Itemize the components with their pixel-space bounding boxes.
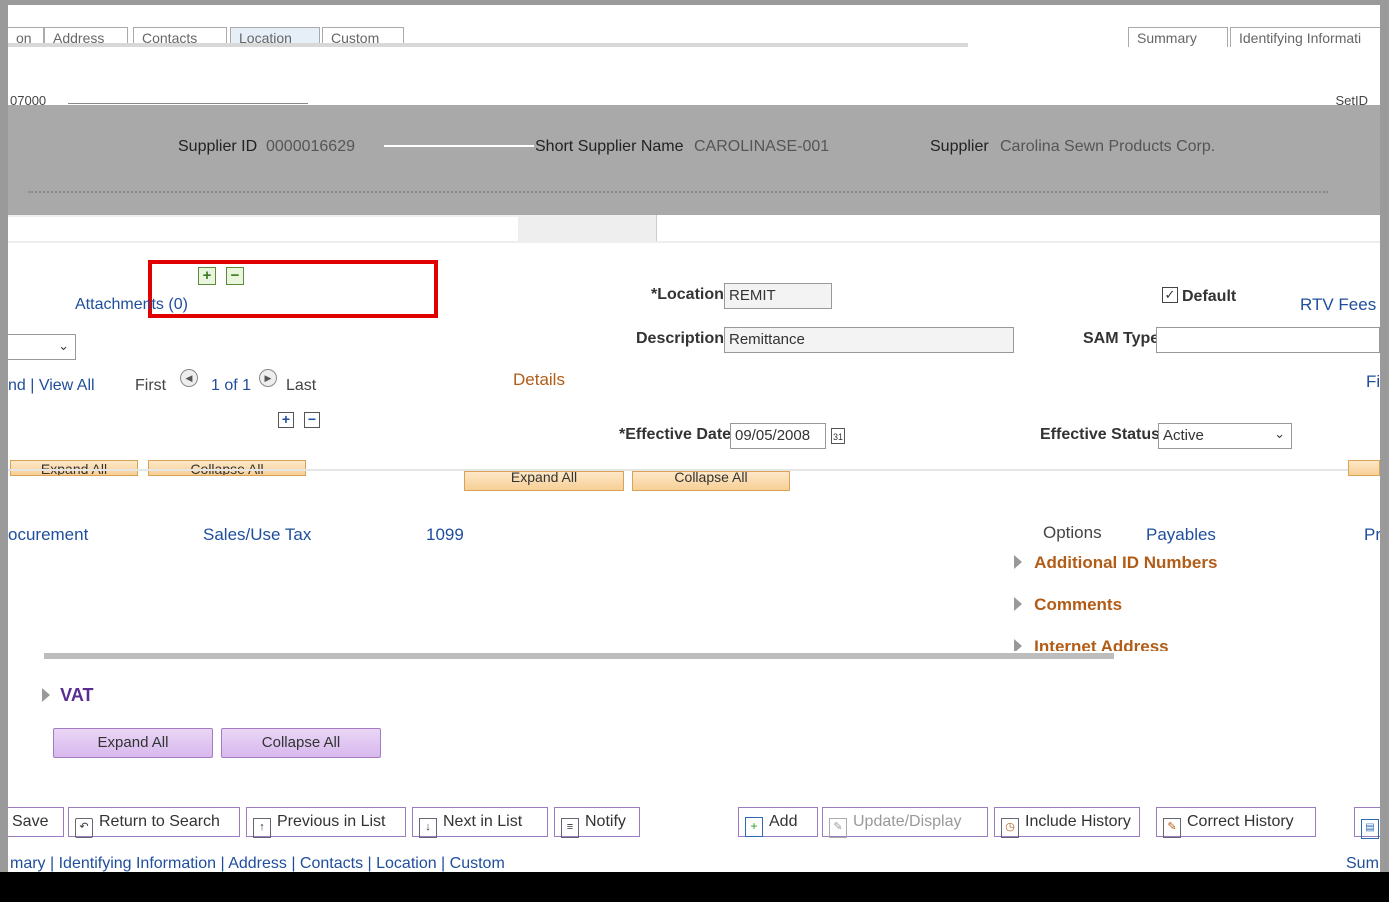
screen: { "tabs_top": { "left": ["on", "Address"… bbox=[0, 0, 1389, 902]
return-to-search-button[interactable]: ↶ Return to Search bbox=[68, 807, 240, 838]
collapse-all-mid-button[interactable]: Collapse All bbox=[632, 471, 790, 491]
bottom-black-bar bbox=[0, 872, 1389, 902]
effective-date-field[interactable]: 09/05/2008 bbox=[730, 423, 826, 449]
chevron-down-icon: ⌄ bbox=[1274, 426, 1285, 441]
save-disk-icon: ▤ bbox=[1361, 819, 1379, 839]
save-button[interactable]: Save bbox=[8, 807, 64, 837]
prev-arrow-icon[interactable]: ◀ bbox=[180, 369, 198, 387]
location-header-box bbox=[656, 215, 1380, 241]
location-label: *Location bbox=[651, 286, 724, 303]
additional-id-title: Additional ID Numbers bbox=[1034, 553, 1218, 572]
vat-section[interactable]: VAT bbox=[42, 685, 94, 706]
notify-button[interactable]: ≡ Notify bbox=[554, 807, 640, 838]
expand-arrow-icon bbox=[1014, 639, 1022, 651]
vat-title: VAT bbox=[60, 685, 94, 705]
additional-id-section[interactable]: Additional ID Numbers bbox=[1014, 553, 1217, 573]
effective-status-select[interactable]: Active ⌄ bbox=[1158, 423, 1292, 449]
collapse-all-button[interactable]: Collapse All bbox=[221, 728, 381, 758]
header-dotted-line bbox=[28, 191, 1328, 195]
footer-summary-link[interactable]: Sum bbox=[1346, 855, 1379, 873]
partial-toolbar-button[interactable]: ▤ bbox=[1354, 807, 1380, 839]
supplier-label: Supplier bbox=[930, 138, 989, 155]
add-button[interactable]: + Add bbox=[738, 807, 818, 837]
payables-link[interactable]: Payables bbox=[1146, 525, 1216, 545]
short-supplier-name-value: CAROLINASE-001 bbox=[694, 138, 830, 155]
default-label: Default bbox=[1182, 288, 1237, 305]
options-label: Options bbox=[1043, 523, 1102, 542]
tab-identifying-information[interactable]: Identifying Informati bbox=[1230, 27, 1380, 47]
expand-arrow-icon bbox=[1014, 597, 1022, 611]
pager-first[interactable]: First bbox=[135, 377, 166, 395]
next-list-icon: ↓ bbox=[419, 818, 437, 838]
description-label: Description bbox=[636, 330, 725, 347]
nav-left-box bbox=[8, 217, 518, 241]
header-band: Supplier ID 0000016629 Short Supplier Na… bbox=[8, 105, 1380, 215]
find-view-all-link[interactable]: nd | View All bbox=[8, 377, 95, 395]
effective-status-value: Active bbox=[1163, 427, 1204, 444]
partial-right-button[interactable] bbox=[1348, 460, 1380, 476]
plus-icon: + bbox=[278, 412, 294, 428]
add-icon: + bbox=[745, 817, 763, 837]
expand-all-button[interactable]: Expand All bbox=[53, 728, 213, 758]
left-select[interactable]: ⌄ bbox=[8, 334, 76, 360]
highlight-box bbox=[148, 260, 438, 318]
location-field[interactable]: REMIT bbox=[724, 283, 832, 309]
previous-in-list-button[interactable]: ↑ Previous in List bbox=[246, 807, 406, 838]
expand-all-small-button[interactable]: Expand All bbox=[10, 460, 138, 476]
previous-list-icon: ↑ bbox=[253, 818, 271, 838]
tab-strip-line bbox=[8, 43, 968, 47]
setid-underline bbox=[68, 103, 308, 104]
effective-date-label: *Effective Date bbox=[619, 426, 732, 443]
page-frame: on Address Contacts Location Custom Summ… bbox=[8, 5, 1380, 875]
details-link[interactable]: Details bbox=[513, 370, 565, 390]
update-display-button[interactable]: ✎ Update/Display bbox=[822, 807, 988, 838]
supplier-id-value: 0000016629 bbox=[266, 138, 355, 155]
rtv-fees-link[interactable]: RTV Fees bbox=[1300, 295, 1376, 315]
collapse-all-small-button[interactable]: Collapse All bbox=[148, 460, 306, 476]
supplier-name-value: Carolina Sewn Products Corp. bbox=[1000, 138, 1216, 155]
chevron-down-icon: ⌄ bbox=[58, 338, 69, 353]
internet-address-title: Internet Address bbox=[1034, 637, 1169, 651]
default-checkbox[interactable]: ✓ bbox=[1162, 287, 1178, 303]
correct-history-button[interactable]: ✎ Correct History bbox=[1156, 807, 1316, 838]
minus-icon: − bbox=[304, 412, 320, 428]
comments-section[interactable]: Comments bbox=[1014, 595, 1122, 615]
return-search-icon: ↶ bbox=[75, 818, 93, 838]
effective-status-label: Effective Status bbox=[1040, 426, 1161, 443]
include-history-button[interactable]: ◷ Include History bbox=[994, 807, 1140, 838]
expand-arrow-icon bbox=[42, 688, 50, 702]
next-in-list-button[interactable]: ↓ Next in List bbox=[412, 807, 548, 838]
include-history-icon: ◷ bbox=[1001, 818, 1019, 838]
1099-link[interactable]: 1099 bbox=[426, 525, 464, 545]
expand-all-mid-button[interactable]: Expand All bbox=[464, 471, 624, 491]
next-arrow-icon[interactable]: ▶ bbox=[259, 369, 277, 387]
procurement-link[interactable]: ocurement bbox=[8, 525, 88, 545]
description-field[interactable]: Remittance bbox=[724, 327, 1014, 353]
pager-count: 1 of 1 bbox=[211, 377, 252, 394]
pager-last[interactable]: Last bbox=[286, 377, 316, 395]
calendar-icon[interactable]: 31 bbox=[831, 428, 845, 444]
short-supplier-name-label: Short Supplier Name bbox=[535, 138, 684, 155]
correct-history-icon: ✎ bbox=[1163, 818, 1181, 838]
supplier-id-label: Supplier ID bbox=[178, 138, 258, 155]
delete-row-button[interactable]: − bbox=[304, 411, 320, 428]
sam-type-label: SAM Type bbox=[1083, 330, 1160, 347]
pr-link[interactable]: Pr bbox=[1364, 525, 1380, 545]
sam-type-field[interactable] bbox=[1156, 327, 1380, 353]
sales-use-tax-link[interactable]: Sales/Use Tax bbox=[203, 525, 311, 545]
notify-icon: ≡ bbox=[561, 818, 579, 838]
footer-nav-links[interactable]: mary | Identifying Information | Address… bbox=[10, 855, 505, 873]
update-display-icon: ✎ bbox=[829, 818, 847, 838]
tab-summary[interactable]: Summary bbox=[1128, 27, 1228, 47]
expand-arrow-icon bbox=[1014, 555, 1022, 569]
internet-address-section[interactable]: Internet Address bbox=[1014, 637, 1169, 651]
fi-link[interactable]: Fi bbox=[1366, 372, 1380, 392]
header-underline bbox=[384, 145, 534, 147]
comments-title: Comments bbox=[1034, 595, 1123, 614]
separator-strip bbox=[44, 653, 1114, 659]
add-row-button[interactable]: + bbox=[278, 411, 294, 428]
attachments-link[interactable]: Attachments (0) bbox=[75, 296, 188, 314]
